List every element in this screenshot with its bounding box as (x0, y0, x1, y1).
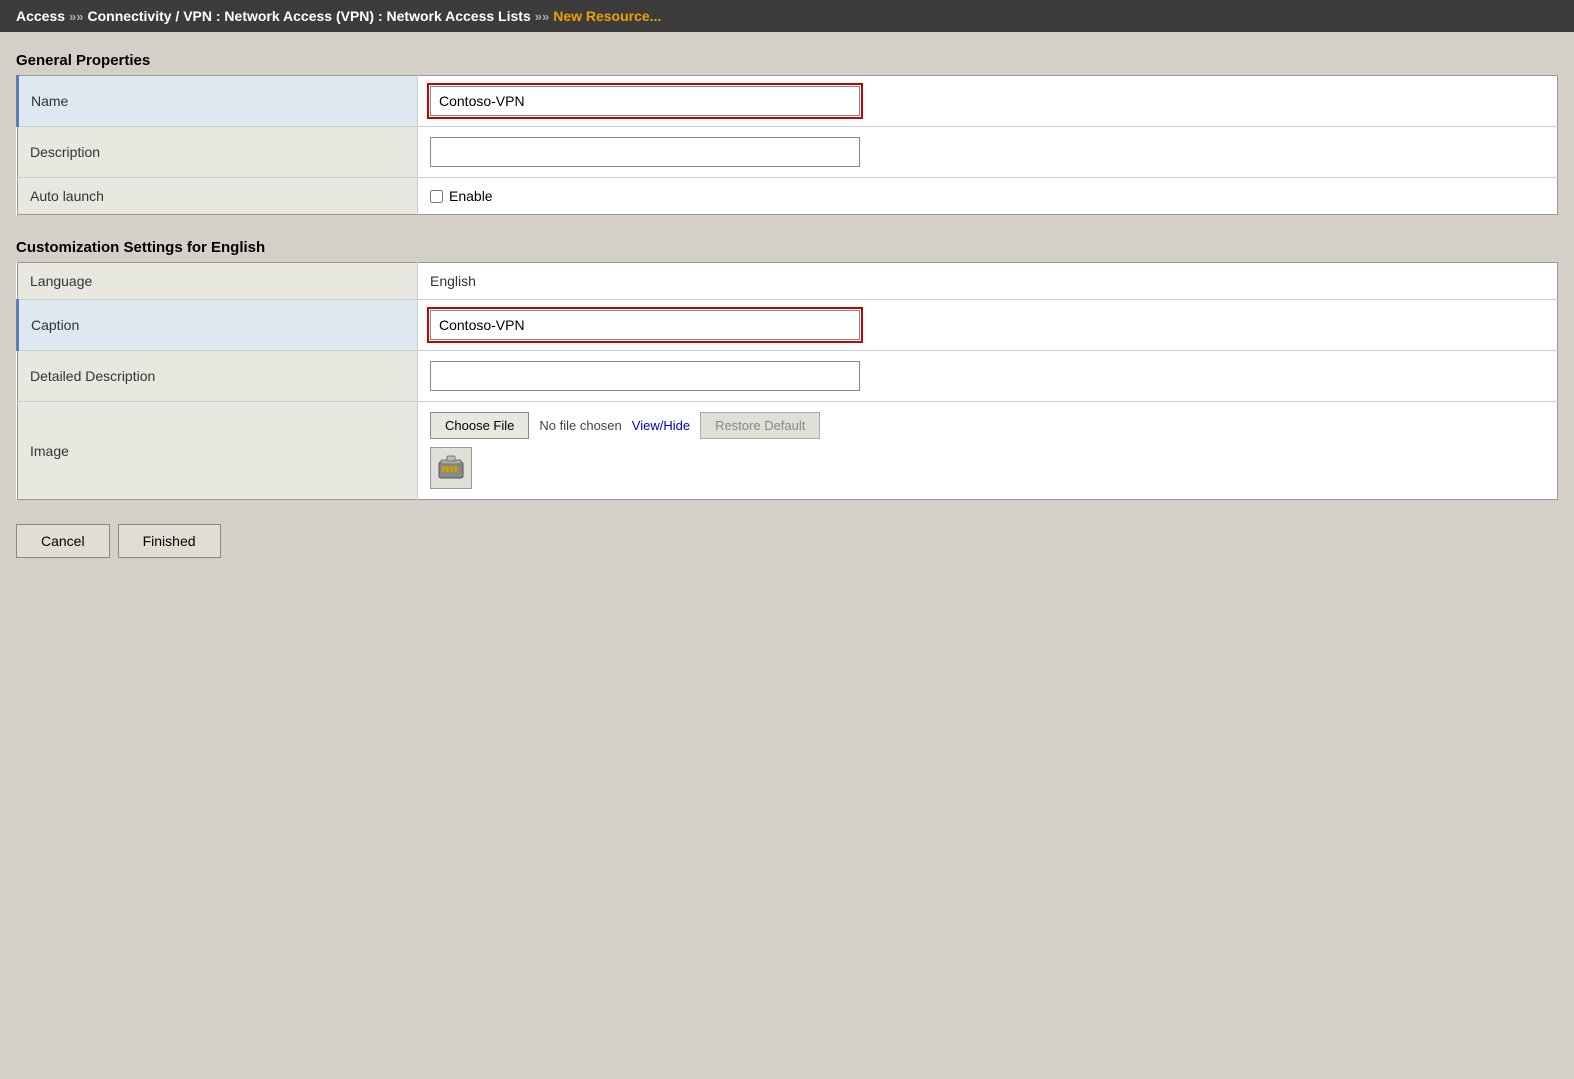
name-cell (418, 76, 1558, 127)
description-input[interactable] (430, 137, 860, 167)
language-value: English (430, 273, 476, 289)
auto-launch-checkbox-row: Enable (430, 188, 1545, 204)
image-controls: Choose File No file chosen View/Hide Res… (430, 412, 1545, 439)
name-label: Name (18, 76, 418, 127)
table-row: Detailed Description (18, 351, 1558, 402)
auto-launch-cell: Enable (418, 178, 1558, 215)
caption-cell (418, 300, 1558, 351)
choose-file-button[interactable]: Choose File (430, 412, 529, 439)
view-hide-link[interactable]: View/Hide (632, 418, 690, 433)
cancel-button[interactable]: Cancel (16, 524, 110, 558)
table-row: Auto launch Enable (18, 178, 1558, 215)
breadcrumb-sep-1: »» (69, 9, 83, 24)
customization-settings-title: Customization Settings for English (16, 239, 1558, 256)
auto-launch-label: Auto launch (18, 178, 418, 215)
description-label: Description (18, 127, 418, 178)
bottom-buttons: Cancel Finished (16, 524, 1558, 558)
caption-input[interactable] (430, 310, 860, 340)
network-icon (430, 447, 472, 489)
table-row: Description (18, 127, 1558, 178)
breadcrumb-new-resource: New Resource... (553, 8, 661, 24)
auto-launch-checkbox[interactable] (430, 190, 443, 203)
table-row: Caption (18, 300, 1558, 351)
general-properties-table: Name Description Auto launch Enable (16, 75, 1558, 215)
customization-settings-table: Language English Caption Detailed Descri… (16, 262, 1558, 500)
no-file-text: No file chosen (539, 418, 621, 433)
caption-label: Caption (18, 300, 418, 351)
main-content: General Properties Name Description Auto… (0, 32, 1574, 1073)
description-cell (418, 127, 1558, 178)
breadcrumb-access: Access (16, 8, 65, 24)
table-row: Image Choose File No file chosen View/Hi… (18, 402, 1558, 500)
breadcrumb-bar: Access »» Connectivity / VPN : Network A… (0, 0, 1574, 32)
detailed-description-label: Detailed Description (18, 351, 418, 402)
image-row-content: Choose File No file chosen View/Hide Res… (430, 412, 1545, 489)
table-row: Language English (18, 263, 1558, 300)
general-properties-title: General Properties (16, 52, 1558, 69)
table-row: Name (18, 76, 1558, 127)
name-input[interactable] (430, 86, 860, 116)
breadcrumb-sep-2: »» (535, 9, 549, 24)
language-label: Language (18, 263, 418, 300)
image-cell: Choose File No file chosen View/Hide Res… (418, 402, 1558, 500)
network-svg-icon (435, 452, 467, 484)
image-label: Image (18, 402, 418, 500)
breadcrumb-path: Connectivity / VPN : Network Access (VPN… (88, 8, 531, 24)
detailed-description-cell (418, 351, 1558, 402)
auto-launch-enable-label: Enable (449, 188, 493, 204)
language-cell: English (418, 263, 1558, 300)
detailed-description-input[interactable] (430, 361, 860, 391)
finished-button[interactable]: Finished (118, 524, 221, 558)
restore-default-button[interactable]: Restore Default (700, 412, 820, 439)
